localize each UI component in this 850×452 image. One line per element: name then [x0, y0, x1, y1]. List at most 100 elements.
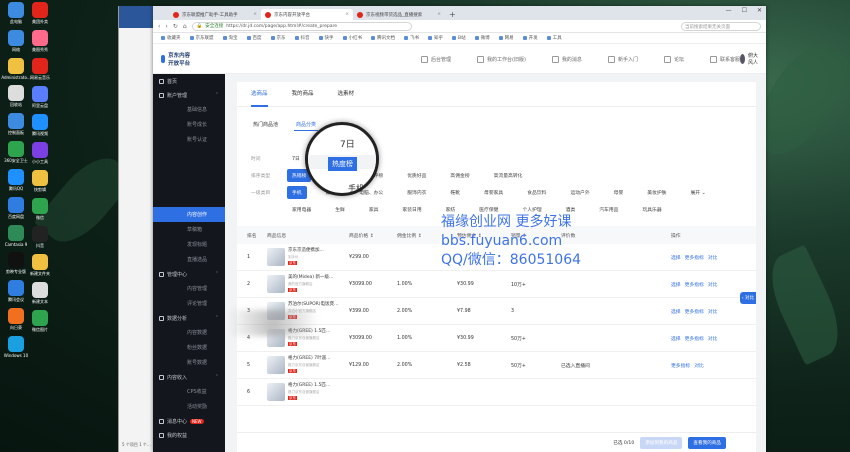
bookmark-item[interactable]: 抖音 — [295, 35, 310, 41]
browser-tab[interactable]: 京东联盟推广助手-工具助手 × — [169, 9, 261, 20]
chevron-up-icon[interactable]: ⌃ — [215, 271, 219, 277]
bookmark-item[interactable]: 腾讯文档 — [371, 35, 395, 41]
filter-chip[interactable]: 母婴家具 — [479, 186, 508, 199]
app-logo[interactable]: 京东内容开放平台 — [153, 51, 191, 67]
tab-my-products[interactable]: 我的商品 — [292, 82, 314, 107]
header-nav-item[interactable]: 论坛 — [664, 56, 684, 63]
sidebar-item[interactable]: 内容收入 ⌃ — [153, 370, 225, 384]
bookmark-item[interactable]: 收藏夹 — [161, 35, 181, 41]
filter-chip[interactable]: 美妆护肤 — [642, 186, 671, 199]
sidebar-item[interactable]: 内容创作 — [153, 207, 225, 222]
filter-chip[interactable]: 高流量高转化 — [489, 169, 528, 182]
sidebar-item[interactable]: 我的权益 — [153, 428, 225, 442]
forward-icon[interactable]: › — [165, 23, 167, 30]
sidebar-item[interactable]: 账号数据 — [153, 355, 225, 370]
product-cell[interactable]: 美的(Midea) 新一级... 美的官方旗舰店 京东 — [267, 275, 349, 294]
sidebar-item[interactable]: 发现标题 — [153, 237, 225, 252]
new-tab-button[interactable]: + — [449, 10, 456, 19]
sidebar-item[interactable]: 直播选品 — [153, 252, 225, 267]
filter-chip[interactable]: 手机 — [287, 186, 307, 199]
user-menu[interactable]: 俯大风人 — [739, 52, 758, 66]
bookmark-item[interactable]: 京东 — [271, 35, 286, 41]
tab-select-materials[interactable]: 选素材 — [338, 82, 355, 107]
desktop-icon[interactable]: 微信 — [27, 198, 53, 221]
operation-link[interactable]: 选择 — [671, 337, 681, 342]
filter-chip[interactable]: 鞋靴 — [445, 186, 465, 199]
operation-link[interactable]: 对比 — [708, 337, 718, 342]
filter-chip[interactable]: 高佣金榜 — [445, 169, 474, 182]
desktop-icon[interactable]: 新建文件夹 — [27, 254, 53, 277]
sidebar-item[interactable] — [153, 192, 225, 207]
sidebar-item[interactable]: 内容管理 — [153, 281, 225, 296]
desktop-icon[interactable]: 抖音 — [27, 226, 53, 249]
sidebar-item[interactable]: 账户管理 ⌃ — [153, 88, 225, 102]
reload-icon[interactable]: ↻ — [173, 23, 178, 30]
filter-chip[interactable]: 家装日用 — [397, 203, 426, 216]
minimize-button[interactable]: — — [726, 7, 732, 14]
close-window-button[interactable]: ✕ — [757, 7, 762, 14]
sidebar-item[interactable]: 活动奖励 — [153, 399, 225, 414]
bookmark-item[interactable]: B站 — [452, 35, 466, 41]
filter-chip[interactable]: 家具 — [364, 203, 384, 216]
sidebar-item[interactable]: CPS收益 — [153, 384, 225, 399]
column-header[interactable]: 商品价格 ↕ — [349, 232, 397, 239]
filter-chip[interactable]: 家用电器 — [287, 203, 316, 216]
operation-link[interactable]: 对比 — [708, 310, 718, 315]
bookmark-item[interactable]: 飞书 — [404, 35, 419, 41]
chevron-up-icon[interactable]: ⌃ — [215, 374, 219, 380]
filter-chip[interactable]: 运动户外 — [565, 186, 594, 199]
desktop-icon[interactable]: 快剪辑 — [27, 170, 53, 193]
product-cell[interactable]: 格力(GREE) 1.5匹...格力京东自营旗舰店京东 — [267, 383, 349, 402]
filter-chip[interactable]: 汽车用品 — [594, 203, 623, 216]
filter-chip[interactable]: 服饰内衣 — [402, 186, 431, 199]
header-nav-item[interactable]: 我的消息 — [552, 56, 582, 63]
sidebar-item[interactable] — [153, 162, 225, 177]
close-tab-icon[interactable]: × — [345, 12, 349, 17]
bookmark-item[interactable]: 快手 — [319, 35, 334, 41]
product-cell[interactable]: 格力(GREE) 7叶遥... 格力京东自营旗舰店 京东 — [267, 356, 349, 375]
header-nav-item[interactable]: 联系客服 — [710, 56, 740, 63]
filter-chip[interactable]: 食品饮料 — [522, 186, 551, 199]
background-explorer-window[interactable]: 5 个项目 1 个... — [118, 6, 158, 452]
desktop-icon[interactable]: 新建文本 — [27, 282, 53, 305]
desktop-icon[interactable]: 小小工具 — [27, 142, 53, 165]
operation-link[interactable]: 对比 — [708, 283, 718, 288]
tab-hot-pool[interactable]: 热门商品池 — [251, 119, 280, 131]
operation-link[interactable]: 对比 — [708, 256, 718, 261]
operation-link[interactable]: 选择 — [671, 256, 681, 261]
header-nav-item[interactable]: 后台管理 — [421, 56, 451, 63]
sidebar-item[interactable]: 基础信息 — [153, 102, 225, 117]
maximize-button[interactable]: ☐ — [742, 7, 747, 14]
desktop-icon[interactable]: Windows 10 — [3, 336, 29, 358]
bookmark-item[interactable]: 微博 — [475, 35, 490, 41]
filter-chip[interactable]: 优质好品 — [402, 169, 431, 182]
sidebar-item[interactable] — [153, 147, 225, 162]
sidebar-item[interactable]: 粉丝数据 — [153, 340, 225, 355]
desktop-icon[interactable]: 美图秀秀 — [27, 30, 53, 53]
chevron-up-icon[interactable]: ⌃ — [215, 315, 219, 321]
address-bar[interactable]: 🔒 安全连接 https://dr.jd.com/page/app.html#/… — [191, 21, 412, 31]
operation-link[interactable]: 更多指标 — [685, 337, 704, 342]
sidebar-item[interactable]: 评论管理 — [153, 296, 225, 311]
sidebar-item[interactable]: 消息中心 NEW — [153, 414, 225, 428]
operation-link[interactable]: 选择 — [671, 310, 681, 315]
bookmark-item[interactable]: 京东联盟 — [190, 35, 214, 41]
sidebar-item[interactable]: 账号成长 — [153, 117, 225, 132]
browser-tab-active[interactable]: 京东内容开放平台 × — [261, 9, 353, 20]
bookmark-item[interactable]: 知乎 — [428, 35, 443, 41]
compare-float-button[interactable]: ‹ 对比 — [739, 292, 756, 304]
chevron-up-icon[interactable]: ⌃ — [215, 92, 219, 98]
desktop-icon[interactable]: 腾讯视频 — [27, 114, 53, 137]
tab-category[interactable]: 商品分类 — [294, 119, 319, 131]
desktop-icon[interactable]: 阿里云盘 — [27, 86, 53, 109]
operation-link[interactable]: 更多指标 — [685, 256, 704, 261]
sidebar-item[interactable]: 管理中心 ⌃ — [153, 267, 225, 281]
back-icon[interactable]: ‹ — [158, 23, 160, 30]
bookmark-item[interactable]: 工具 — [547, 35, 562, 41]
tab-select-products[interactable]: 选商品 — [251, 82, 268, 107]
bookmark-item[interactable]: 小红书 — [343, 35, 363, 41]
desktop-icon[interactable]: 网易云音乐 — [27, 58, 53, 81]
home-icon[interactable]: ⌂ — [183, 23, 187, 30]
desktop-icon[interactable]: 美团外卖 — [27, 2, 53, 25]
filter-chip[interactable]: 玩具乐器 — [637, 203, 666, 216]
